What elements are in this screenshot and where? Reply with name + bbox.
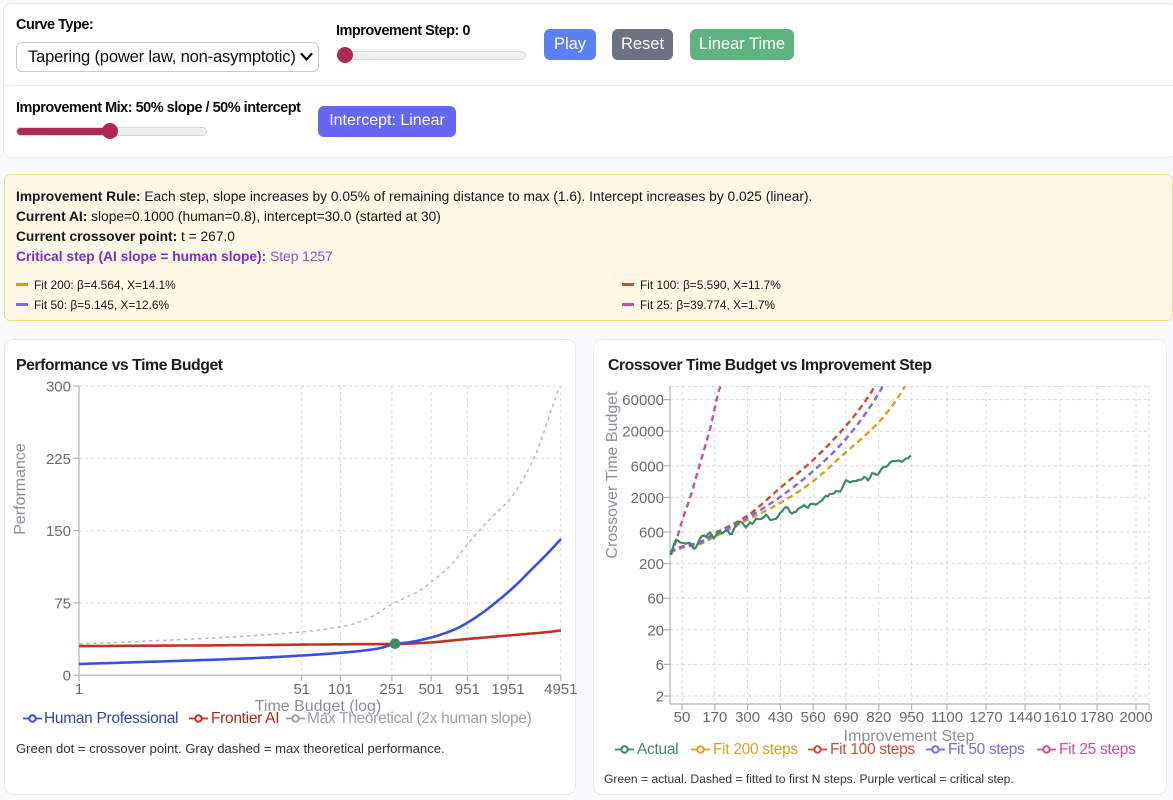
svg-text:4951: 4951: [544, 681, 577, 698]
svg-text:20000: 20000: [622, 424, 664, 441]
svg-text:300: 300: [735, 709, 760, 726]
svg-text:Performance: Performance: [12, 443, 29, 535]
svg-text:600: 600: [639, 525, 664, 542]
svg-text:1: 1: [75, 681, 83, 698]
svg-text:170: 170: [702, 709, 727, 726]
svg-text:2: 2: [656, 689, 664, 706]
svg-text:200: 200: [639, 556, 664, 573]
svg-text:Crossover Time Budget vs Impro: Crossover Time Budget vs Improvement Ste…: [608, 357, 932, 374]
svg-text:1610: 1610: [1043, 709, 1076, 726]
svg-text:1100: 1100: [931, 709, 963, 726]
svg-text:1440: 1440: [1008, 709, 1041, 726]
svg-text:950: 950: [899, 709, 924, 726]
svg-text:560: 560: [801, 709, 826, 726]
svg-text:430: 430: [768, 709, 793, 726]
svg-text:1780: 1780: [1080, 709, 1113, 726]
svg-text:6: 6: [656, 657, 664, 674]
svg-text:Crossover Time Budget: Crossover Time Budget: [604, 391, 621, 559]
svg-text:60000: 60000: [622, 392, 664, 409]
svg-text:150: 150: [46, 523, 71, 540]
svg-text:101: 101: [328, 681, 353, 698]
svg-text:2000: 2000: [1119, 709, 1152, 726]
svg-text:690: 690: [833, 709, 858, 726]
svg-text:6000: 6000: [631, 458, 664, 475]
svg-text:951: 951: [455, 681, 480, 698]
svg-text:0: 0: [63, 668, 71, 685]
svg-text:501: 501: [419, 681, 444, 698]
svg-text:50: 50: [674, 709, 691, 726]
svg-text:51: 51: [293, 681, 310, 698]
svg-text:2000: 2000: [631, 490, 664, 507]
svg-text:60: 60: [647, 591, 664, 608]
svg-text:820: 820: [866, 709, 891, 726]
svg-text:1270: 1270: [969, 709, 1002, 726]
svg-text:225: 225: [46, 451, 71, 468]
svg-text:Performance vs Time Budget: Performance vs Time Budget: [16, 357, 224, 374]
svg-text:20: 20: [647, 622, 664, 639]
svg-text:251: 251: [379, 681, 404, 698]
svg-text:1951: 1951: [491, 681, 524, 698]
svg-text:75: 75: [54, 595, 71, 612]
svg-text:300: 300: [46, 379, 71, 396]
